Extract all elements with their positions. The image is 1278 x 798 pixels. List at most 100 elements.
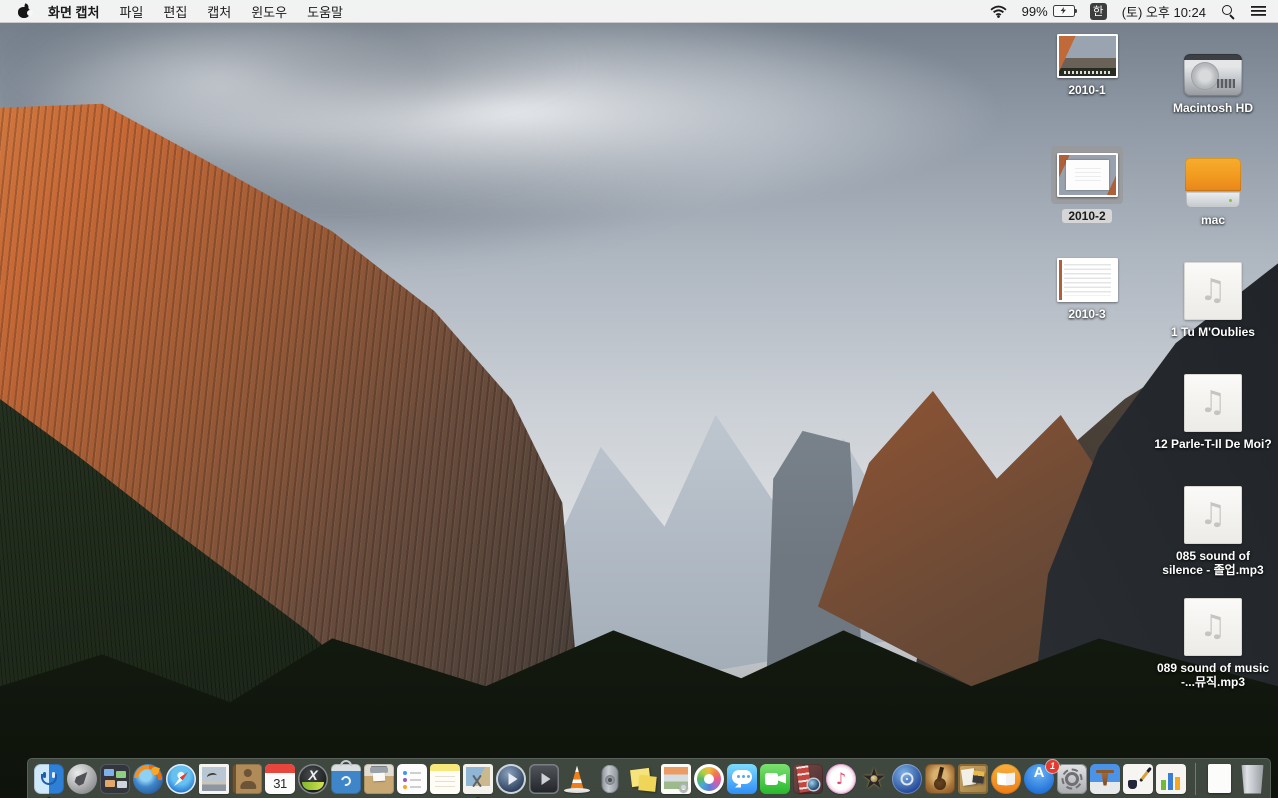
dock-document-file-icon[interactable] <box>1205 764 1235 794</box>
bar-green <box>1161 780 1166 790</box>
dock-archive-utility-icon[interactable] <box>364 764 394 794</box>
dock-system-preferences-icon[interactable] <box>1057 764 1087 794</box>
dock-idvd-icon[interactable] <box>892 764 922 794</box>
notification-badge: 1 <box>1046 760 1059 773</box>
x-logo-label: X <box>298 767 328 783</box>
input-source-korean-badge[interactable]: 한 <box>1090 3 1107 20</box>
desktop-icon-parle-t-il-de-moi[interactable]: ♫ 12 Parle-T-Il De Moi? <box>1150 370 1276 482</box>
external-drive-icon <box>1185 158 1241 208</box>
message-dots <box>737 775 740 778</box>
dock-ibooks-icon[interactable] <box>991 764 1021 794</box>
battery-charging-icon <box>1053 5 1075 17</box>
desktop-icon-mac-drive[interactable]: mac <box>1150 146 1276 258</box>
desktop-icon-tu-m-oublies[interactable]: ♫ 1 Tu M'Oublies <box>1150 258 1276 370</box>
dock-calendar-icon[interactable]: 31 <box>265 764 295 794</box>
music-note-icon: ♫ <box>1200 388 1227 418</box>
battery-percent-label: 99% <box>1022 4 1048 19</box>
battery-menu-item[interactable]: 99% <box>1022 4 1075 19</box>
screenshot-thumbnail <box>1057 34 1118 78</box>
screenshot-thumbnail <box>1057 258 1118 302</box>
music-note-icon: ♫ <box>1200 276 1227 306</box>
music-file-icon: ♫ <box>1184 598 1242 656</box>
dock-finder-icon[interactable] <box>34 764 64 794</box>
spotlight-icon[interactable] <box>1221 4 1236 19</box>
desktop-icon-label: 085 sound of silence - 졸업.mp3 <box>1154 549 1272 577</box>
calendar-day-label: 31 <box>265 773 295 794</box>
dock-contacts-icon[interactable] <box>232 764 262 794</box>
dock-imovie-icon[interactable]: ★ <box>859 764 889 794</box>
dock-photos-icon[interactable] <box>694 764 724 794</box>
dock-grab-screen-capture-icon[interactable] <box>463 764 493 794</box>
audio-art-wrap: ♫ <box>1184 258 1242 320</box>
audio-art-wrap: ♫ <box>1184 594 1242 656</box>
desktop-icon-089-sound-of-music[interactable]: ♫ 089 sound of music -...뮤직.mp3 <box>1150 594 1276 706</box>
dock-toast-burner-icon[interactable] <box>331 764 361 794</box>
dock-trash-icon[interactable] <box>1238 764 1268 794</box>
bar-blue <box>1168 773 1173 790</box>
desktop-icon-2010-2[interactable]: 2010-2 <box>1024 146 1150 258</box>
dock-garageband-icon[interactable] <box>925 764 955 794</box>
dock-facetime-icon[interactable] <box>760 764 790 794</box>
desktop-icon-label-selected: 2010-2 <box>1062 209 1111 223</box>
dock-preview-icon[interactable] <box>661 764 691 794</box>
dock-numbers-icon[interactable] <box>1156 764 1186 794</box>
desktop-icon-macintosh-hd[interactable]: Macintosh HD <box>1150 34 1276 146</box>
menu-bar-left: 화면 캡처 파일 편집 캡처 윈도우 도움말 <box>12 2 353 21</box>
menu-app-name[interactable]: 화면 캡처 <box>38 2 109 21</box>
imovie-star-icon: ★ <box>859 764 889 794</box>
wifi-icon[interactable] <box>990 5 1007 18</box>
thumbnail-art <box>1059 155 1116 195</box>
menu-help[interactable]: 도움말 <box>297 2 353 21</box>
dock-x-media-player-icon[interactable]: X <box>298 764 328 794</box>
dock-reminders-icon[interactable] <box>397 764 427 794</box>
dock-stickies-icon[interactable] <box>628 764 658 794</box>
audio-art-wrap: ♫ <box>1184 370 1242 432</box>
music-note-icon: ♫ <box>1200 612 1227 642</box>
itunes-note-icon: ♪ <box>826 764 856 794</box>
drive-art-wrap <box>1184 34 1242 96</box>
dock-launchpad-icon[interactable] <box>67 764 97 794</box>
dock-media-player-tv-icon[interactable] <box>529 764 559 794</box>
drive-art-wrap <box>1185 146 1241 208</box>
desktop-icon-grid: 2010-1 Macintosh HD 2010-2 mac 2010-3 ♫ … <box>1024 34 1276 706</box>
notification-center-icon[interactable] <box>1251 5 1266 17</box>
scissors-icon <box>472 774 482 787</box>
dock-scrapbook-collage-icon[interactable] <box>958 764 988 794</box>
dock-photo-booth-icon[interactable] <box>793 764 823 794</box>
dock-mission-control-icon[interactable] <box>100 764 130 794</box>
dock-app-store-icon[interactable]: A 1 <box>1024 764 1054 794</box>
desktop-icon-label: mac <box>1201 213 1225 227</box>
desktop-icon-2010-3[interactable]: 2010-3 <box>1024 258 1150 370</box>
desktop-icon-label: 2010-1 <box>1068 83 1105 97</box>
dock-itunes-icon[interactable]: ♪ <box>826 764 856 794</box>
dock-messages-icon[interactable] <box>727 764 757 794</box>
music-file-icon: ♫ <box>1184 374 1242 432</box>
apple-menu[interactable] <box>18 4 30 18</box>
menu-file[interactable]: 파일 <box>109 2 153 21</box>
dock-firefox-icon[interactable] <box>133 764 163 794</box>
dock-keynote-icon[interactable] <box>1090 764 1120 794</box>
menu-edit[interactable]: 편집 <box>153 2 197 21</box>
thumbnail-art <box>1059 260 1116 300</box>
desktop-icon-label: Macintosh HD <box>1173 101 1253 115</box>
dock-notes-icon[interactable] <box>430 764 460 794</box>
macos-desktop: 화면 캡처 파일 편집 캡처 윈도우 도움말 99% 한 (토) 오후 10:2… <box>0 0 1278 798</box>
desktop-icon-label: 2010-3 <box>1068 307 1105 321</box>
dock-media-player-round-icon[interactable] <box>496 764 526 794</box>
dock-safari-icon[interactable] <box>166 764 196 794</box>
dock-vlc-icon[interactable] <box>562 764 592 794</box>
menu-bar: 화면 캡처 파일 편집 캡처 윈도우 도움말 99% 한 (토) 오후 10:2… <box>0 0 1278 23</box>
menu-bar-clock[interactable]: (토) 오후 10:24 <box>1122 2 1206 21</box>
desktop-icon-label: 089 sound of music -...뮤직.mp3 <box>1154 661 1272 689</box>
desktop-icon-085-sound-of-silence[interactable]: ♫ 085 sound of silence - 졸업.mp3 <box>1150 482 1276 594</box>
screenshot-thumbnail <box>1057 153 1118 197</box>
desktop-icon-label: 1 Tu M'Oublies <box>1171 325 1255 339</box>
menu-window[interactable]: 윈도우 <box>241 2 297 21</box>
drive-led <box>1229 199 1232 202</box>
dock-pages-icon[interactable] <box>1123 764 1153 794</box>
desktop-icon-2010-1[interactable]: 2010-1 <box>1024 34 1150 146</box>
menu-capture[interactable]: 캡처 <box>197 2 241 21</box>
dock-dvd-player-icon[interactable] <box>595 764 625 794</box>
menu-bar-status: 99% 한 (토) 오후 10:24 <box>990 2 1266 21</box>
dock-mail-stamp-icon[interactable] <box>199 764 229 794</box>
